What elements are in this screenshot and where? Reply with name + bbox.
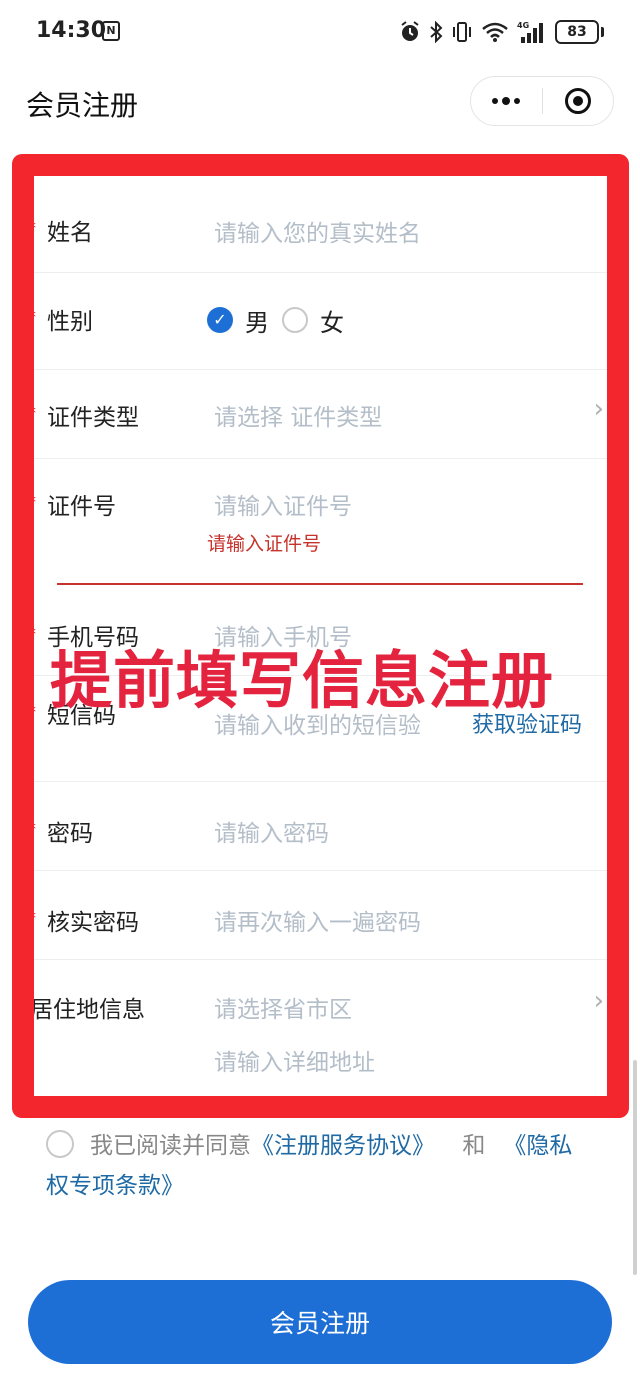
gender-female-label[interactable]: 女: [320, 303, 344, 338]
alarm-icon: [401, 21, 419, 41]
bluetooth-icon: [430, 21, 443, 43]
battery-tip: [601, 27, 604, 37]
overlay-annotation: 提前填写信息注册: [50, 644, 555, 717]
id-type-row[interactable]: * 证件类型 请选择 证件类型 ›: [28, 370, 608, 459]
gender-male-label[interactable]: 男: [245, 303, 269, 338]
page-title: 会员注册: [26, 89, 139, 122]
target-close-icon: [564, 88, 591, 114]
required-mark: *: [28, 218, 36, 237]
battery-icon: 83: [555, 20, 599, 44]
nfc-icon: N: [102, 21, 120, 41]
gender-male-radio[interactable]: ✓: [207, 307, 233, 333]
id-number-error: 请输入证件号: [207, 533, 322, 555]
name-row: * 姓名 请输入您的真实姓名: [28, 176, 608, 273]
password-input[interactable]: 请输入密码: [214, 814, 329, 848]
agreement-line-2: 权专项条款》: [46, 1166, 184, 1206]
close-button[interactable]: [543, 77, 614, 125]
signal-4g-icon: 4G: [517, 21, 543, 43]
mini-program-capsule: [470, 76, 614, 126]
id-number-input[interactable]: 请输入证件号: [214, 487, 352, 521]
scrollbar[interactable]: [633, 1060, 637, 1275]
gender-label: 性别: [47, 309, 93, 335]
required-mark: *: [28, 819, 36, 838]
address-row: 居住地信息 请选择省市区 › 请输入详细地址: [30, 960, 608, 1090]
name-label: 姓名: [47, 220, 93, 246]
password-label: 密码: [47, 821, 93, 847]
confirm-password-row: * 核实密码 请再次输入一遍密码: [28, 871, 608, 960]
confirm-password-input[interactable]: 请再次输入一遍密码: [214, 903, 421, 937]
chevron-right-icon: ›: [593, 394, 604, 424]
wifi-icon: [482, 22, 508, 42]
privacy-link-part2[interactable]: 权专项条款》: [46, 1173, 184, 1199]
confirm-password-label: 核实密码: [47, 910, 139, 936]
name-input[interactable]: 请输入您的真实姓名: [214, 214, 421, 248]
status-bar: 14:30 N 4G 83: [0, 0, 640, 64]
more-dots-icon: [492, 97, 521, 105]
service-agreement-link[interactable]: 《注册服务协议》: [251, 1133, 435, 1159]
required-mark: *: [28, 403, 36, 422]
required-mark: *: [28, 702, 36, 721]
status-icons: 4G 83: [399, 18, 604, 46]
agreement-and: 和: [462, 1133, 486, 1159]
privacy-link-part1[interactable]: 《隐私: [503, 1133, 572, 1159]
required-mark: *: [28, 492, 36, 511]
address-detail-input[interactable]: 请输入详细地址: [214, 1043, 375, 1077]
nav-bar: 会员注册: [0, 64, 640, 140]
chevron-right-icon: ›: [593, 986, 604, 1016]
svg-text:4G: 4G: [517, 21, 529, 30]
address-label: 居住地信息: [30, 997, 145, 1023]
register-button[interactable]: 会员注册: [28, 1280, 612, 1364]
more-button[interactable]: [471, 77, 542, 125]
status-time: 14:30: [36, 18, 107, 43]
vibrate-icon: [453, 22, 471, 42]
id-number-row: * 证件号 请输入证件号 请输入证件号: [28, 459, 608, 586]
id-type-select[interactable]: 请选择 证件类型: [214, 398, 382, 432]
gender-row: * 性别 ✓ 男 女: [28, 273, 608, 370]
gender-female-radio[interactable]: [282, 307, 308, 333]
id-type-label: 证件类型: [47, 405, 139, 431]
region-select[interactable]: 请选择省市区: [214, 990, 352, 1024]
required-mark: *: [28, 908, 36, 927]
required-mark: *: [28, 307, 36, 326]
required-mark: *: [28, 624, 36, 643]
password-row: * 密码 请输入密码: [28, 782, 608, 871]
id-number-label: 证件号: [47, 494, 116, 520]
agreement-prefix: 我已阅读并同意: [90, 1133, 251, 1159]
agreement-line-1: 我已阅读并同意《注册服务协议》 和《隐私: [90, 1126, 572, 1166]
id-number-error-underline: [57, 583, 583, 585]
agreement-checkbox[interactable]: [46, 1130, 74, 1158]
